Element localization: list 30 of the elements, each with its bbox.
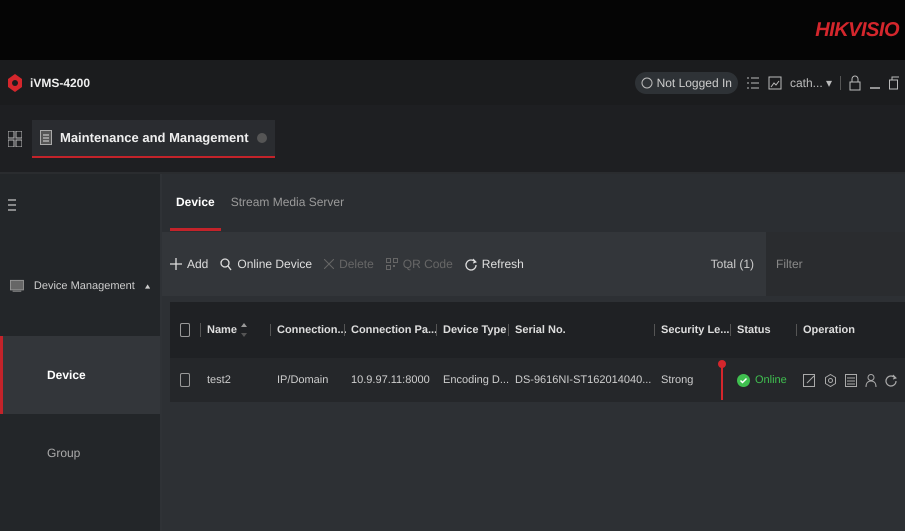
sub-tab[interactable]: Stream Media Server bbox=[230, 175, 344, 231]
total-count: Total (1) bbox=[710, 257, 754, 271]
table-cell: Encoding D... bbox=[443, 374, 510, 386]
table-cell: DS-9616NI-ST162014040... bbox=[515, 374, 652, 386]
table-cell: 10.9.97.11:8000 bbox=[351, 374, 430, 386]
tab-label: Maintenance and Management bbox=[60, 130, 249, 145]
table-cell: IP/Domain bbox=[277, 374, 328, 386]
column-header[interactable]: Device Type bbox=[443, 324, 506, 336]
sidebar-group[interactable]: Device Management bbox=[0, 236, 160, 336]
column-header[interactable]: Connection Pa... bbox=[351, 324, 438, 336]
add-button[interactable]: Add bbox=[170, 257, 208, 271]
app-name: iVMS-4200 bbox=[30, 76, 90, 90]
column-header[interactable]: Status bbox=[737, 324, 771, 336]
filter-field[interactable]: Filter bbox=[766, 232, 905, 296]
column-header[interactable]: Connection... bbox=[277, 324, 347, 336]
column-header[interactable]: Serial No. bbox=[515, 324, 566, 336]
module-tab[interactable]: Maintenance and Management bbox=[32, 120, 275, 158]
brand-logo: HIKVISIO bbox=[815, 18, 899, 42]
sidebar-item[interactable]: Device bbox=[0, 336, 160, 414]
table-cell: test2 bbox=[207, 374, 231, 386]
column-header[interactable]: Security Le... bbox=[661, 324, 730, 336]
table-cell: Strong bbox=[661, 374, 694, 386]
login-status-button[interactable]: Not Logged In bbox=[634, 72, 738, 94]
search-button[interactable]: Online Device bbox=[220, 257, 312, 271]
status-text: Online bbox=[755, 374, 787, 386]
column-header[interactable]: Operation bbox=[803, 324, 855, 336]
user-menu[interactable]: cath... ▾ bbox=[790, 76, 832, 90]
sidebar-item[interactable]: Group bbox=[0, 414, 160, 492]
refresh-button[interactable]: Refresh bbox=[464, 257, 524, 271]
column-header[interactable]: Name bbox=[207, 324, 237, 336]
